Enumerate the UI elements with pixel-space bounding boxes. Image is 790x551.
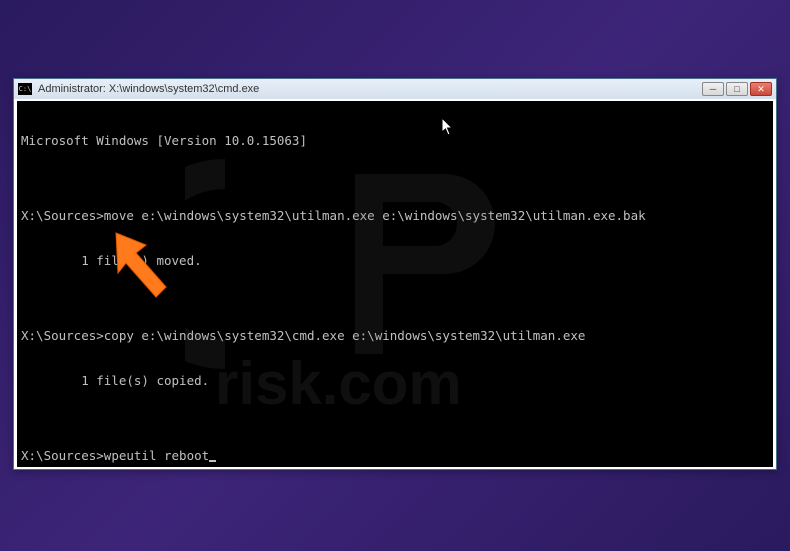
console-line: 1 file(s) moved. <box>21 253 769 268</box>
console-output[interactable]: Microsoft Windows [Version 10.0.15063] X… <box>17 101 773 467</box>
minimize-button[interactable]: ─ <box>702 82 724 96</box>
app-icon: C:\ <box>18 83 32 95</box>
close-button[interactable]: ✕ <box>750 82 772 96</box>
console-prompt-line: X:\Sources>wpeutil reboot <box>21 448 769 463</box>
window-controls: ─ □ ✕ <box>702 82 772 96</box>
console-line: X:\Sources>copy e:\windows\system32\cmd.… <box>21 328 769 343</box>
window-title: Administrator: X:\windows\system32\cmd.e… <box>38 83 702 95</box>
console-line: 1 file(s) copied. <box>21 373 769 388</box>
text-cursor <box>209 460 216 462</box>
console-header: Microsoft Windows [Version 10.0.15063] <box>21 133 769 148</box>
typed-command: wpeutil reboot <box>104 448 209 463</box>
maximize-button[interactable]: □ <box>726 82 748 96</box>
watermark: risk.com <box>17 101 773 467</box>
prompt: X:\Sources> <box>21 448 104 463</box>
window-titlebar[interactable]: C:\ Administrator: X:\windows\system32\c… <box>14 79 776 99</box>
console-line: X:\Sources>move e:\windows\system32\util… <box>21 208 769 223</box>
cmd-window: C:\ Administrator: X:\windows\system32\c… <box>13 78 777 470</box>
